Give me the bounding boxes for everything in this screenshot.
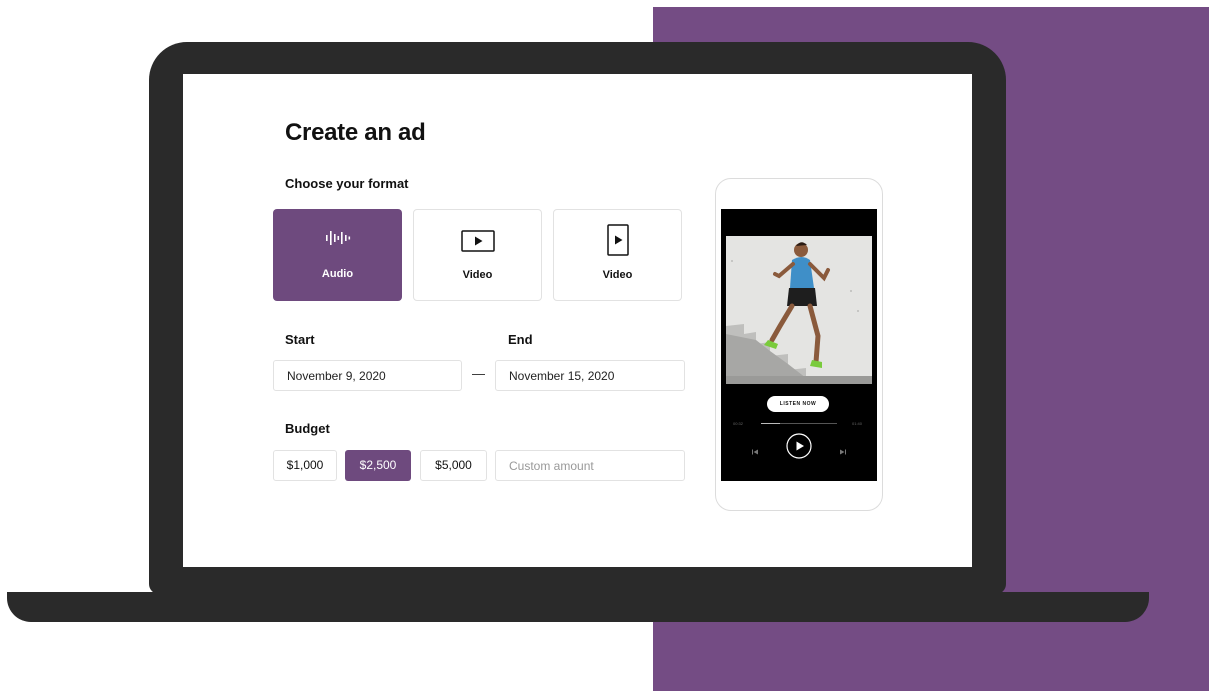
duration-time: 01:40 [852,421,863,426]
budget-option-2500[interactable]: $2,500 [345,450,411,481]
end-label: End [508,332,533,347]
page-title: Create an ad [285,119,426,146]
laptop-base [7,592,1149,622]
custom-amount-input[interactable] [495,450,685,481]
audio-waveform-icon [325,229,351,247]
phone-screen: LISTEN NOW 00:32 01:40 [721,209,877,481]
format-section-label: Choose your format [285,176,409,191]
budget-label: Budget [285,421,330,436]
phone-preview: LISTEN NOW 00:32 01:40 [715,178,883,511]
end-date-input[interactable] [495,360,685,391]
skip-back-icon[interactable] [751,443,759,461]
format-card-audio[interactable]: Audio [273,209,402,301]
laptop-screen: Create an ad Choose your format Audio Vi… [183,74,972,567]
play-icon [786,433,812,459]
runner-photo-illustration [726,236,872,384]
listen-now-button[interactable]: LISTEN NOW [767,396,829,412]
skip-forward-icon[interactable] [839,443,847,461]
format-label: Video [602,269,633,281]
format-label: Video [462,269,493,281]
elapsed-time: 00:32 [733,421,744,426]
format-label: Audio [321,268,354,280]
progress-fill [761,423,780,424]
format-card-video-landscape[interactable]: Video [413,209,542,301]
format-card-video-portrait[interactable]: Video [553,209,682,301]
video-landscape-icon [460,230,495,252]
play-button[interactable] [786,433,812,464]
budget-option-1000[interactable]: $1,000 [273,450,337,481]
budget-option-5000[interactable]: $5,000 [420,450,487,481]
start-label: Start [285,332,315,347]
video-portrait-icon [606,224,629,256]
start-date-input[interactable] [273,360,462,391]
date-range-dash: — [472,366,485,381]
ad-image [726,236,872,384]
